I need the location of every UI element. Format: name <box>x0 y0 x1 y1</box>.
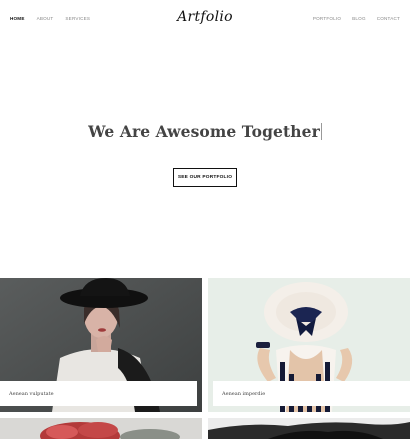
portfolio-card[interactable] <box>0 418 202 439</box>
nav-item-portfolio[interactable]: PORTFOLIO <box>313 16 341 21</box>
primary-nav-right: PORTFOLIO BLOG CONTACT <box>302 16 400 21</box>
portfolio-card[interactable]: Aenean imperdie <box>208 278 410 412</box>
text-cursor <box>320 123 322 140</box>
portfolio-card[interactable] <box>208 418 410 439</box>
portfolio-card[interactable]: Aenean vulputate <box>0 278 202 412</box>
nav-item-contact[interactable]: CONTACT <box>377 16 400 21</box>
rocky-landscape-photo <box>208 418 410 439</box>
portfolio-caption: Aenean vulputate <box>0 381 197 406</box>
red-foliage-photo <box>0 418 202 439</box>
portfolio-caption: Aenean imperdie <box>213 381 410 406</box>
hero-title-text: We Are Awesome Together <box>88 122 320 141</box>
hero-title: We Are Awesome Together <box>0 122 410 141</box>
site-header: HOME ABOUT SERVICES Artfolio PORTFOLIO B… <box>0 0 410 38</box>
see-portfolio-button[interactable]: SEE OUR PORTFOLIO <box>173 168 237 187</box>
nav-item-blog[interactable]: BLOG <box>352 16 366 21</box>
